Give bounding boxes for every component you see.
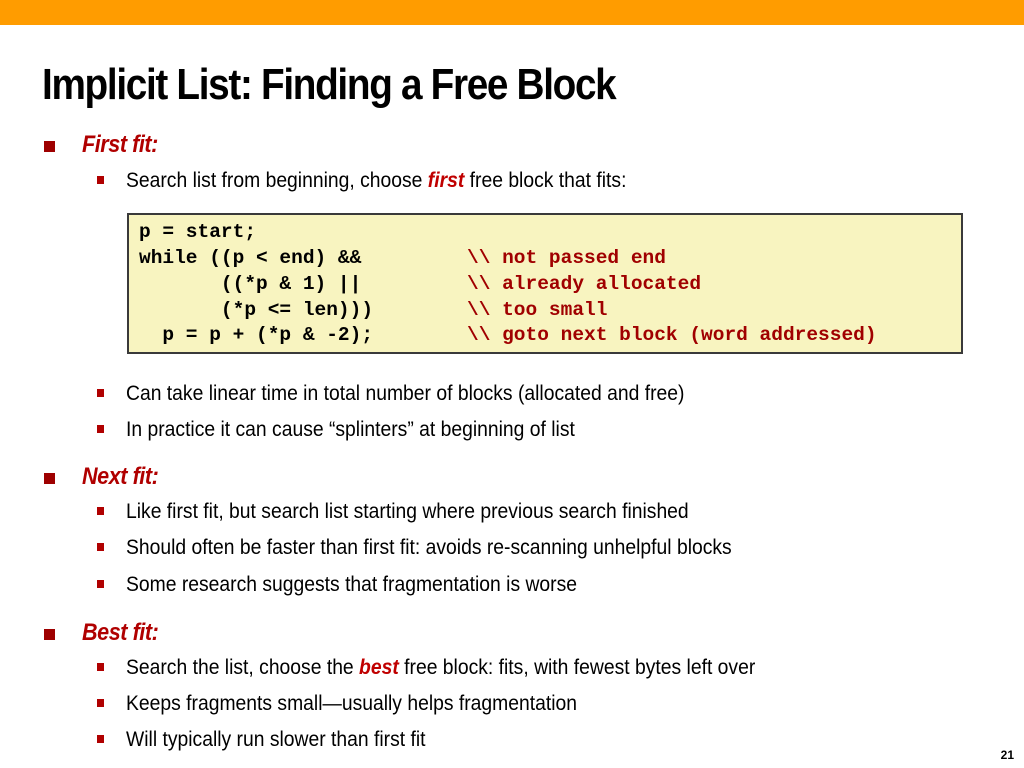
bullet-text: Search the list, choose the [126, 656, 360, 679]
bullet-text: Search list from beginning, choose [126, 169, 428, 192]
bullet-icon [97, 425, 104, 433]
bullet-icon [97, 507, 104, 515]
bullet-item: Like first fit, but search list starting… [126, 500, 689, 523]
section-bullet-icon [44, 141, 55, 152]
code-line: p = start; [139, 221, 257, 243]
bullet-icon [97, 699, 104, 707]
code-line: p = p + (*p & -2); [139, 324, 374, 346]
bullet-icon [97, 389, 104, 397]
top-accent-bar [0, 0, 1024, 25]
bullet-icon [97, 663, 104, 671]
bullet-item: Search list from beginning, choose first… [126, 169, 626, 193]
code-comment: \\ not passed end [467, 247, 666, 269]
code-comment: \\ goto next block (word addressed) [467, 324, 877, 346]
slide-title: Implicit List: Finding a Free Block [42, 60, 617, 109]
bullet-icon [97, 580, 104, 588]
bullet-item: Keeps fragments small—usually helps frag… [126, 692, 578, 715]
code-line: (*p <= len))) [139, 299, 374, 321]
page-number: 21 [1000, 748, 1014, 762]
section-bullet-icon [44, 629, 55, 640]
bullet-text: free block: fits, with fewest bytes left… [398, 656, 756, 679]
section-heading-best-fit: Best fit: [82, 619, 159, 646]
bullet-icon [97, 176, 104, 184]
code-line: while ((p < end) && [139, 247, 362, 269]
bullet-icon [97, 543, 104, 551]
bullet-icon [97, 735, 104, 743]
section-heading-next-fit: Next fit: [82, 463, 159, 490]
section-bullet-icon [44, 473, 55, 484]
bullet-item: Can take linear time in total number of … [126, 382, 685, 405]
code-line: ((*p & 1) || [139, 273, 362, 295]
bullet-item: Search the list, choose the best free bl… [126, 656, 755, 680]
bullet-item: Some research suggests that fragmentatio… [126, 573, 578, 596]
bullet-text: free block that fits: [464, 169, 627, 192]
code-comment: \\ too small [467, 299, 608, 321]
emphasis-text: best [359, 656, 399, 679]
code-block: p = start; while ((p < end) && \\ not pa… [127, 213, 963, 354]
emphasis-text: first [427, 169, 465, 192]
bullet-item: Should often be faster than first fit: a… [126, 536, 732, 559]
section-heading-first-fit: First fit: [82, 131, 158, 158]
bullet-item: In practice it can cause “splinters” at … [126, 418, 575, 441]
bullet-item: Will typically run slower than first fit [126, 728, 426, 751]
code-comment: \\ already allocated [467, 273, 702, 295]
